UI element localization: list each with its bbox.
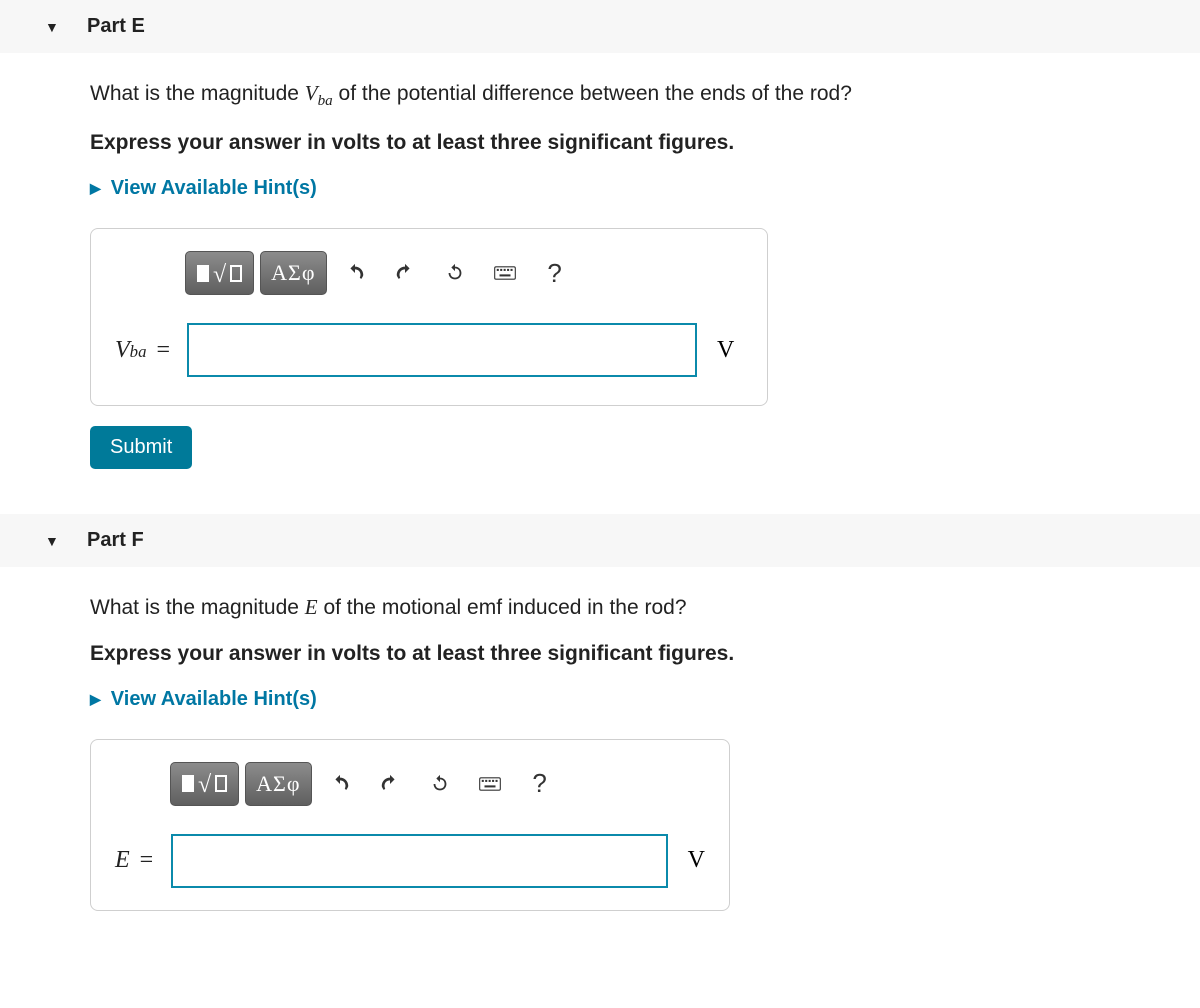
part-e-title: Part E (87, 15, 145, 38)
greek-label: ΑΣφ (256, 771, 300, 797)
greek-button[interactable]: ΑΣφ (260, 251, 326, 295)
part-f-instruction: Express your answer in volts to at least… (90, 642, 1200, 666)
part-f-question: What is the magnitude E of the motional … (90, 592, 1200, 623)
label-sub: ba (130, 342, 147, 361)
templates-icon: √ (196, 260, 243, 287)
keyboard-icon (494, 262, 516, 284)
part-e-header[interactable]: ▼ Part E (0, 0, 1200, 53)
part-f: ▼ Part F What is the magnitude E of the … (0, 514, 1200, 955)
collapse-icon: ▼ (45, 533, 59, 549)
help-icon: ? (532, 768, 546, 799)
part-f-title: Part F (87, 529, 144, 552)
answer-label-f: E = (115, 847, 171, 874)
question-var: E (305, 595, 318, 619)
hints-label: View Available Hint(s) (111, 688, 317, 711)
collapse-icon: ▼ (45, 19, 59, 35)
question-post: of the motional emf induced in the rod? (318, 596, 687, 619)
undo-icon (329, 773, 351, 795)
templates-button[interactable]: √ (185, 251, 254, 295)
answer-panel-e: √ ΑΣφ ? (90, 228, 768, 406)
reset-button[interactable] (418, 762, 462, 806)
part-f-header[interactable]: ▼ Part F (0, 514, 1200, 567)
reset-button[interactable] (433, 251, 477, 295)
part-e-body: What is the magnitude Vba of the potenti… (0, 53, 1200, 494)
part-e-instruction: Express your answer in volts to at least… (90, 131, 1200, 155)
undo-button[interactable] (333, 251, 377, 295)
question-pre: What is the magnitude (90, 596, 305, 619)
question-sub: ba (318, 93, 333, 109)
part-e: ▼ Part E What is the magnitude Vba of th… (0, 0, 1200, 494)
expand-icon: ▶ (90, 691, 101, 708)
question-pre: What is the magnitude (90, 82, 305, 105)
undo-icon (344, 262, 366, 284)
part-e-question: What is the magnitude Vba of the potenti… (90, 78, 1200, 113)
templates-button[interactable]: √ (170, 762, 239, 806)
answer-label-e: Vba = (115, 337, 187, 364)
answer-panel-f: √ ΑΣφ ? (90, 739, 730, 911)
toolbar-f: √ ΑΣφ ? (170, 762, 705, 806)
toolbar-e: √ ΑΣφ ? (185, 251, 743, 295)
keyboard-button[interactable] (468, 762, 512, 806)
question-var: V (305, 81, 318, 105)
greek-button[interactable]: ΑΣφ (245, 762, 311, 806)
answer-input-e[interactable] (187, 323, 697, 377)
help-icon: ? (547, 258, 561, 289)
hints-label: View Available Hint(s) (111, 177, 317, 200)
answer-row-f: E = V (115, 834, 705, 888)
undo-button[interactable] (318, 762, 362, 806)
help-button[interactable]: ? (518, 762, 562, 806)
answer-unit-f: V (688, 847, 705, 874)
expand-icon: ▶ (90, 180, 101, 197)
answer-row-e: Vba = V (115, 323, 743, 377)
reset-icon (444, 262, 466, 284)
redo-icon (379, 773, 401, 795)
label-var: E (115, 847, 130, 873)
part-f-body: What is the magnitude E of the motional … (0, 567, 1200, 955)
answer-input-f[interactable] (171, 834, 668, 888)
question-post: of the potential difference between the … (333, 82, 852, 105)
help-button[interactable]: ? (533, 251, 577, 295)
keyboard-button[interactable] (483, 251, 527, 295)
answer-unit-e: V (717, 337, 734, 364)
hints-toggle[interactable]: ▶ View Available Hint(s) (90, 688, 1200, 711)
reset-icon (429, 773, 451, 795)
greek-label: ΑΣφ (271, 260, 315, 286)
label-var: V (115, 337, 130, 363)
submit-button-e[interactable]: Submit (90, 426, 192, 469)
redo-icon (394, 262, 416, 284)
redo-button[interactable] (383, 251, 427, 295)
templates-icon: √ (181, 770, 228, 797)
redo-button[interactable] (368, 762, 412, 806)
hints-toggle[interactable]: ▶ View Available Hint(s) (90, 177, 1200, 200)
keyboard-icon (479, 773, 501, 795)
